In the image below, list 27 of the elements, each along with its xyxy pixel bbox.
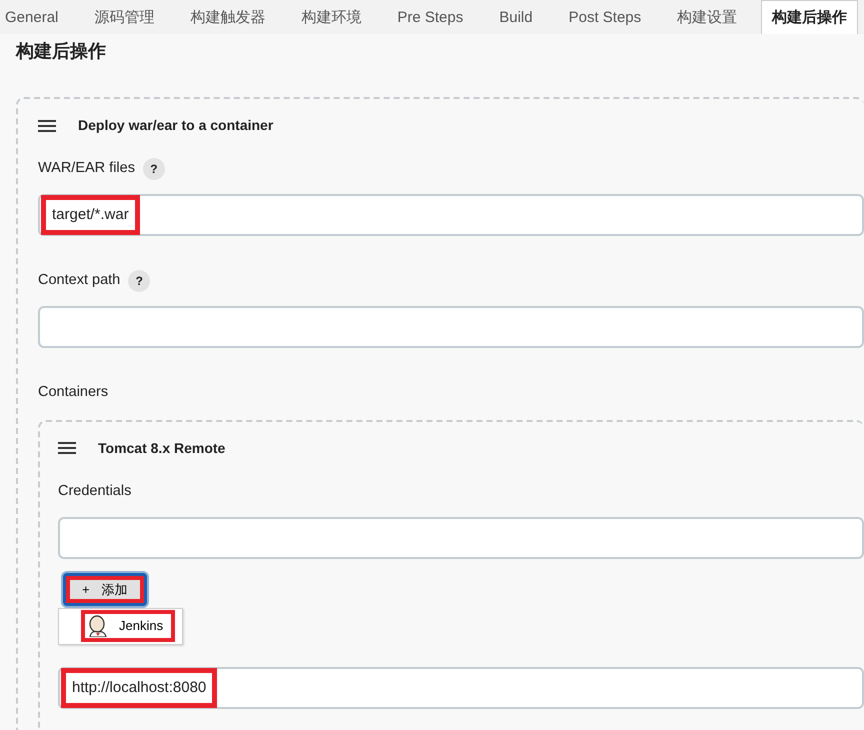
tab[interactable]: Post Steps xyxy=(550,0,660,34)
butler-icon xyxy=(87,615,109,637)
help-icon[interactable]: ? xyxy=(142,158,165,180)
tab[interactable]: 构建设置 xyxy=(659,0,756,34)
tab[interactable]: 构建后操作 xyxy=(761,0,858,34)
step-title: Deploy war/ear to a container xyxy=(78,116,274,135)
menu-icon[interactable] xyxy=(58,442,76,454)
tab[interactable]: Pre Steps xyxy=(379,0,482,34)
field-label: Containers xyxy=(38,383,108,402)
menu-item[interactable]: Jenkins xyxy=(81,610,176,642)
input-field[interactable] xyxy=(38,306,864,348)
tab[interactable]: 构建环境 xyxy=(283,0,380,34)
url-field[interactable]: http://localhost:8080 xyxy=(58,667,864,709)
field-label: WAR/EAR files xyxy=(38,159,135,178)
section-title: 构建后操作 xyxy=(16,40,107,63)
help-icon[interactable]: ? xyxy=(128,270,150,292)
menu-icon[interactable] xyxy=(38,120,56,132)
input-field[interactable]: target/*.war xyxy=(38,194,864,236)
credentials-field[interactable] xyxy=(58,516,864,558)
tab[interactable]: General xyxy=(4,0,76,34)
add-button[interactable]: + 添加 xyxy=(63,572,147,606)
container-title: Tomcat 8.x Remote xyxy=(98,438,226,458)
field-label: Credentials xyxy=(58,482,132,501)
tab[interactable]: 源码管理 xyxy=(76,0,172,34)
tab[interactable]: Build xyxy=(481,0,551,34)
field-label: Context path xyxy=(38,271,120,290)
tab[interactable]: 构建触发器 xyxy=(172,0,284,34)
